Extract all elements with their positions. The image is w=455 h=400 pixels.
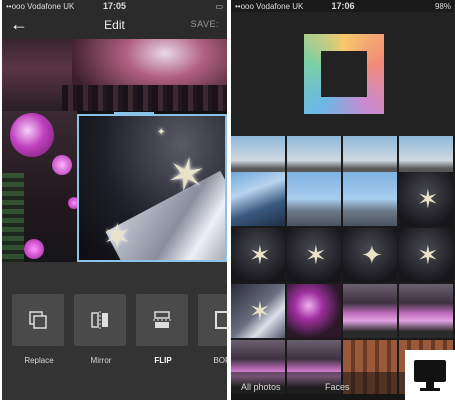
layout-preview-area <box>231 12 455 136</box>
photo-thumbnail[interactable] <box>399 284 453 338</box>
lantern-image <box>24 239 44 259</box>
star-ornament-image: ✶ <box>249 296 271 326</box>
star-ornament-image: ✶ <box>103 218 132 256</box>
battery-icon: ▭ <box>215 2 223 11</box>
save-button[interactable]: SAVE: <box>191 19 219 29</box>
border-button[interactable]: BORD <box>198 294 227 365</box>
photo-thumbnail[interactable] <box>231 172 285 226</box>
collage-photo-selected[interactable]: ✦ ✶ ✶ <box>77 114 227 262</box>
monitor-screen <box>414 360 446 382</box>
photo-thumbnail[interactable] <box>287 172 341 226</box>
collage-canvas: ✦ ✶ ✶ <box>2 39 227 262</box>
flip-label: FLIP <box>154 356 172 365</box>
edit-screen: ••ooo Vodafone UK 17:05 ▭ ← Edit SAVE: ✦… <box>2 0 227 400</box>
lantern-image <box>10 113 54 157</box>
resize-handle[interactable] <box>114 112 154 115</box>
status-time: 17:06 <box>331 1 355 11</box>
tree-lights-image <box>2 173 24 262</box>
border-label: BORD <box>213 356 227 365</box>
photo-thumbnail[interactable]: ✶ <box>399 228 453 282</box>
layout-logo-icon <box>304 34 384 114</box>
flip-icon <box>153 311 171 328</box>
photo-thumbnail[interactable] <box>343 284 397 338</box>
status-bar: ••ooo Vodafone UK 17:06 98% <box>231 0 455 12</box>
battery-level: 98% <box>434 2 451 11</box>
lantern-image <box>52 155 72 175</box>
flip-button[interactable]: FLIP <box>136 294 190 365</box>
replace-label: Replace <box>24 356 54 365</box>
star-ornament-image: ✶ <box>305 240 327 270</box>
edit-toolbar: Replace Mirror FLIP BO <box>2 262 227 400</box>
status-bar: ••ooo Vodafone UK 17:05 ▭ <box>2 0 227 12</box>
monitor-icon <box>405 350 455 400</box>
mirror-tile <box>74 294 126 346</box>
photo-thumbnail[interactable] <box>287 284 341 338</box>
star-ornament-image: ✦ <box>361 240 383 270</box>
photo-thumbnail[interactable]: ✶ <box>231 228 285 282</box>
monitor-base <box>420 388 440 391</box>
crowd-image <box>62 85 227 111</box>
photo-thumbnail[interactable]: ✶ <box>399 172 453 226</box>
replace-icon <box>29 311 47 329</box>
replace-tile <box>12 294 64 346</box>
star-ornament-image: ✶ <box>417 184 439 214</box>
photo-thumbnail[interactable] <box>343 172 397 226</box>
edit-header: ← Edit SAVE: <box>2 12 227 38</box>
photo-picker-screen: ••ooo Vodafone UK 17:06 98% ✶ ✶ ✶ ✦ ✶ ✶ … <box>231 0 455 400</box>
collage-photo-left[interactable] <box>2 111 80 262</box>
save-label: SAVE <box>190 19 216 29</box>
collage-photo-top[interactable] <box>2 39 227 111</box>
border-icon <box>215 311 227 329</box>
status-time: 17:05 <box>102 1 127 11</box>
star-ornament-image: ✶ <box>162 146 210 204</box>
star-ornament-image: ✶ <box>249 240 271 270</box>
mirror-icon <box>91 311 108 329</box>
photo-thumbnail[interactable]: ✶ <box>287 228 341 282</box>
photo-thumbnail[interactable]: ✦ <box>343 228 397 282</box>
flip-tile <box>136 294 188 346</box>
mirror-button[interactable]: Mirror <box>74 294 128 365</box>
photo-thumbnail[interactable]: ✶ <box>231 284 285 338</box>
tab-all-photos[interactable]: All photos <box>241 382 281 392</box>
star-ornament-image: ✦ <box>157 127 166 138</box>
mirror-label: Mirror <box>90 356 112 365</box>
replace-button[interactable]: Replace <box>12 294 66 365</box>
star-ornament-image: ✶ <box>417 240 439 270</box>
tab-faces[interactable]: Faces <box>325 382 350 392</box>
border-tile <box>198 294 227 346</box>
